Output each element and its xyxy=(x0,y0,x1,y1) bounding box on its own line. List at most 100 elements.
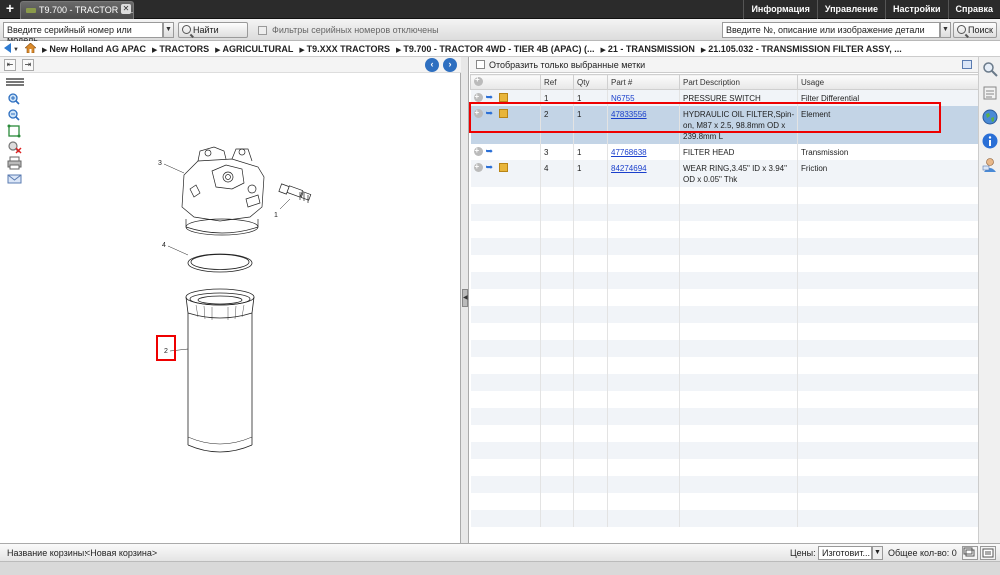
collapse-arrow-icon[interactable]: ◀ xyxy=(462,289,468,307)
parts-table: Ref Qty Part # Part Description Usage ➥ … xyxy=(470,74,979,527)
selection-highlight xyxy=(469,102,941,133)
first-page-icon[interactable]: ⇤ xyxy=(4,59,16,71)
empty-row xyxy=(470,340,979,357)
empty-row xyxy=(470,459,979,476)
breadcrumb-item[interactable]: T9.XXX TRACTORS xyxy=(299,44,390,54)
clear-highlight-icon[interactable] xyxy=(4,139,26,155)
link-arrow-icon[interactable]: ➥ xyxy=(486,93,496,102)
diagram-pane: ⇤ ⇥ ‹ › 3 1 4 2 xyxy=(0,57,461,543)
chevron-down-icon[interactable]: ▼ xyxy=(940,22,951,38)
col-qty[interactable]: Qty xyxy=(573,74,608,90)
zoom-out-icon[interactable] xyxy=(4,107,26,123)
top-bar: + T9.700 - TRACTOR 4... ✕ Информация Упр… xyxy=(0,0,1000,19)
cart-name-value[interactable]: <Новая корзина> xyxy=(85,548,157,558)
breadcrumb-item[interactable]: 21.105.032 - TRANSMISSION FILTER ASSY, .… xyxy=(701,44,902,54)
serial-filter-checkbox[interactable] xyxy=(258,26,267,35)
bottom-bar: Название корзины: <Новая корзина> Цены: … xyxy=(0,543,1000,561)
user-icon[interactable] xyxy=(982,157,998,173)
part-number-link[interactable]: 47768638 xyxy=(611,148,647,157)
add-to-cart-icon[interactable] xyxy=(473,145,483,156)
add-to-cart-icon[interactable] xyxy=(473,91,483,102)
back-arrow-icon[interactable] xyxy=(4,43,11,53)
empty-row xyxy=(470,510,979,527)
manufacturer-select[interactable]: Изготовит... xyxy=(818,546,872,560)
search-button[interactable]: Поиск xyxy=(953,22,997,38)
menu-help[interactable]: Справка xyxy=(947,0,1000,19)
callout-3: 3 xyxy=(158,160,162,167)
last-page-icon[interactable]: ⇥ xyxy=(22,59,34,71)
list-icon[interactable] xyxy=(4,75,26,91)
link-arrow-icon[interactable]: ➥ xyxy=(486,147,496,156)
show-selected-checkbox[interactable] xyxy=(476,60,485,69)
exploded-parts-diagram: 3 1 4 2 xyxy=(158,146,312,453)
show-selected-label: Отобразить только выбранные метки xyxy=(489,60,646,70)
pane-splitter[interactable]: ◀ xyxy=(461,57,469,543)
menu-info[interactable]: Информация xyxy=(743,0,816,19)
home-icon[interactable] xyxy=(25,43,36,53)
add-all-icon[interactable] xyxy=(474,75,483,86)
diagram-toolbar: ⇤ ⇥ ‹ › xyxy=(0,57,461,73)
email-icon[interactable] xyxy=(4,171,26,187)
cart-export-icon[interactable] xyxy=(980,546,996,560)
zoom-in-icon[interactable] xyxy=(4,91,26,107)
part-search-input[interactable]: Введите №, описание или изображение дета… xyxy=(722,22,940,38)
fit-to-window-icon[interactable] xyxy=(4,123,26,139)
empty-row xyxy=(470,306,979,323)
breadcrumb-item[interactable]: T9.700 - TRACTOR 4WD - TIER 4B (APAC) (.… xyxy=(396,44,594,54)
info-icon[interactable] xyxy=(982,133,998,149)
qty-cell: 1 xyxy=(573,144,608,160)
cart-view-icon[interactable] xyxy=(962,546,978,560)
table-row[interactable]: ➥ 3 1 47768638 FILTER HEAD Transmission xyxy=(470,144,979,160)
breadcrumb-item[interactable]: AGRICULTURAL xyxy=(215,44,294,54)
previous-arrow-icon[interactable]: ‹ xyxy=(425,58,439,72)
package-icon[interactable] xyxy=(498,163,508,172)
next-arrow-icon[interactable]: › xyxy=(443,58,457,72)
empty-row xyxy=(470,187,979,204)
parts-pane-header: Отобразить только выбранные метки xyxy=(470,57,978,73)
link-arrow-icon[interactable]: ➥ xyxy=(486,163,496,172)
pressure-switch-part xyxy=(278,183,312,203)
empty-row xyxy=(470,476,979,493)
serial-filter-label: Фильтры серийных номеров отключены xyxy=(272,25,439,35)
empty-row xyxy=(470,272,979,289)
footer-strip xyxy=(0,561,1000,575)
empty-row xyxy=(470,425,979,442)
callout-1: 1 xyxy=(274,212,278,219)
wear-ring-part xyxy=(187,253,253,273)
search-icon xyxy=(182,25,191,34)
chevron-down-icon[interactable]: ▼ xyxy=(872,546,883,560)
col-actions xyxy=(470,74,541,90)
menu-manage[interactable]: Управление xyxy=(816,0,885,19)
notes-icon[interactable] xyxy=(982,85,998,101)
chevron-down-icon[interactable]: ▼ xyxy=(13,47,19,53)
add-to-cart-icon[interactable] xyxy=(473,161,483,172)
empty-row xyxy=(470,238,979,255)
tab-tractor[interactable]: T9.700 - TRACTOR 4... ✕ xyxy=(20,1,134,19)
table-row[interactable]: ➥ 4 1 84274694 WEAR RING,3.45" ID x 3.94… xyxy=(470,160,979,187)
print-icon[interactable] xyxy=(4,155,26,171)
window-icon[interactable] xyxy=(962,60,972,69)
package-icon[interactable] xyxy=(498,93,508,102)
col-description[interactable]: Part Description xyxy=(679,74,798,90)
search-icon[interactable] xyxy=(982,61,998,77)
col-ref[interactable]: Ref xyxy=(540,74,574,90)
serial-input[interactable]: Введите серийный номер или модель xyxy=(3,22,163,45)
empty-row xyxy=(470,357,979,374)
breadcrumb-item[interactable]: New Holland AG APAC xyxy=(42,44,146,54)
close-icon[interactable]: ✕ xyxy=(121,4,131,14)
breadcrumb-item[interactable]: TRACTORS xyxy=(152,44,209,54)
tractor-icon xyxy=(26,8,36,13)
empty-row xyxy=(470,493,979,510)
find-model-button[interactable]: Найти модель xyxy=(178,22,248,49)
new-tab-button[interactable]: + xyxy=(3,1,17,16)
col-part-number[interactable]: Part # xyxy=(607,74,680,90)
chevron-down-icon[interactable]: ▼ xyxy=(163,22,174,38)
col-usage[interactable]: Usage xyxy=(797,74,979,90)
qty-cell: 1 xyxy=(573,160,608,187)
globe-icon[interactable] xyxy=(982,109,998,125)
breadcrumb-item[interactable]: 21 - TRANSMISSION xyxy=(601,44,695,54)
menu-settings[interactable]: Настройки xyxy=(885,0,947,19)
ref-cell: 4 xyxy=(540,160,574,187)
part-number-link[interactable]: 84274694 xyxy=(611,164,647,173)
cart-name-label: Название корзины: xyxy=(7,548,87,558)
